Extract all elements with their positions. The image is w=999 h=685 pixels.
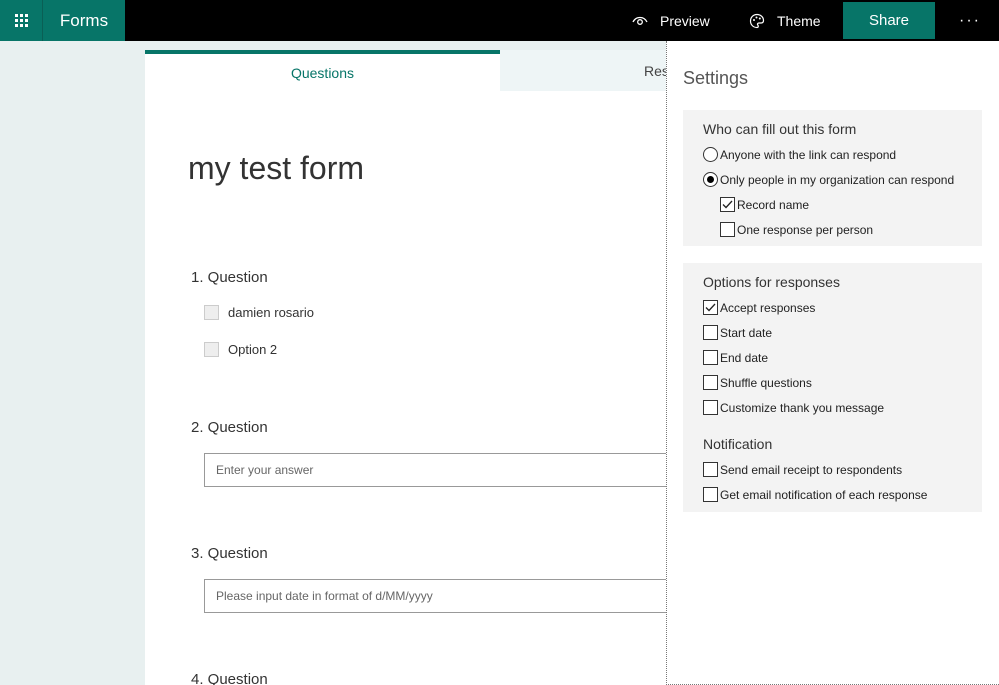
options-for-responses-title: Options for responses [703, 274, 840, 290]
checkbox-checked-icon [720, 197, 735, 212]
anyone-with-link-radio[interactable]: Anyone with the link can respond [703, 147, 896, 162]
who-can-fill-title: Who can fill out this form [703, 121, 857, 137]
palette-icon [749, 13, 765, 28]
option-label: damien rosario [228, 305, 314, 320]
notification-title: Notification [703, 436, 773, 452]
settings-title: Settings [683, 68, 749, 88]
customize-thank-you-checkbox[interactable]: Customize thank you message [703, 400, 884, 415]
checkbox-label: Customize thank you message [720, 400, 885, 415]
question-1-title[interactable]: 1. Question [191, 269, 268, 286]
checkbox-label: Send email receipt to respondents [720, 462, 903, 477]
app-name[interactable]: Forms [42, 0, 125, 41]
preview-button[interactable]: Preview [632, 0, 710, 41]
accept-responses-checkbox[interactable]: Accept responses [703, 300, 815, 315]
more-options-icon[interactable]: ··· [955, 0, 985, 41]
checkbox-icon [703, 400, 718, 415]
checkbox-icon [703, 462, 718, 477]
theme-button[interactable]: Theme [749, 0, 821, 41]
radio-label: Only people in my organization can respo… [720, 172, 955, 187]
checkbox-icon [204, 305, 219, 320]
checkbox-label: Accept responses [720, 300, 816, 315]
record-name-checkbox[interactable]: Record name [720, 197, 809, 212]
checkbox-icon [703, 487, 718, 502]
checkbox-icon [703, 325, 718, 340]
checkbox-icon [204, 342, 219, 357]
share-button[interactable]: Share [843, 2, 935, 39]
checkbox-checked-icon [703, 300, 718, 315]
question-3-title[interactable]: 3. Question [191, 545, 268, 562]
question-3-answer-field[interactable]: Please input date in format of d/MM/yyyy [204, 579, 674, 613]
waffle-icon [14, 14, 28, 27]
checkbox-label: Record name [737, 197, 810, 212]
checkbox-label: Start date [720, 325, 773, 340]
question-4-title[interactable]: 4. Question [191, 671, 268, 685]
option-label: Option 2 [228, 342, 278, 357]
radio-unselected-icon [703, 147, 718, 162]
radio-selected-icon [703, 172, 718, 187]
question-2-answer-field[interactable]: Enter your answer [204, 453, 674, 487]
form-title[interactable]: my test form [188, 150, 364, 187]
checkbox-label: Shuffle questions [720, 375, 812, 390]
question-1-option-1[interactable]: damien rosario [204, 305, 314, 320]
one-response-checkbox[interactable]: One response per person [720, 222, 873, 237]
checkbox-icon [703, 375, 718, 390]
question-1-option-2[interactable]: Option 2 [204, 342, 277, 357]
email-notification-checkbox[interactable]: Get email notification of each response [703, 487, 927, 502]
send-email-receipt-checkbox[interactable]: Send email receipt to respondents [703, 462, 902, 477]
question-2-title[interactable]: 2. Question [191, 419, 268, 436]
app-launcher-button[interactable] [0, 0, 42, 41]
tab-responses[interactable]: Res [500, 50, 675, 91]
end-date-checkbox[interactable]: End date [703, 350, 768, 365]
checkbox-label: Get email notification of each response [720, 487, 928, 502]
checkbox-label: End date [720, 350, 769, 365]
shuffle-questions-checkbox[interactable]: Shuffle questions [703, 375, 812, 390]
only-organization-radio[interactable]: Only people in my organization can respo… [703, 172, 954, 187]
preview-label: Preview [660, 12, 710, 29]
checkbox-icon [703, 350, 718, 365]
start-date-checkbox[interactable]: Start date [703, 325, 772, 340]
checkbox-icon [720, 222, 735, 237]
radio-label: Anyone with the link can respond [720, 147, 897, 162]
tab-questions[interactable]: Questions [145, 50, 500, 91]
eye-icon [632, 16, 648, 25]
theme-label: Theme [777, 12, 821, 29]
checkbox-label: One response per person [737, 222, 874, 237]
